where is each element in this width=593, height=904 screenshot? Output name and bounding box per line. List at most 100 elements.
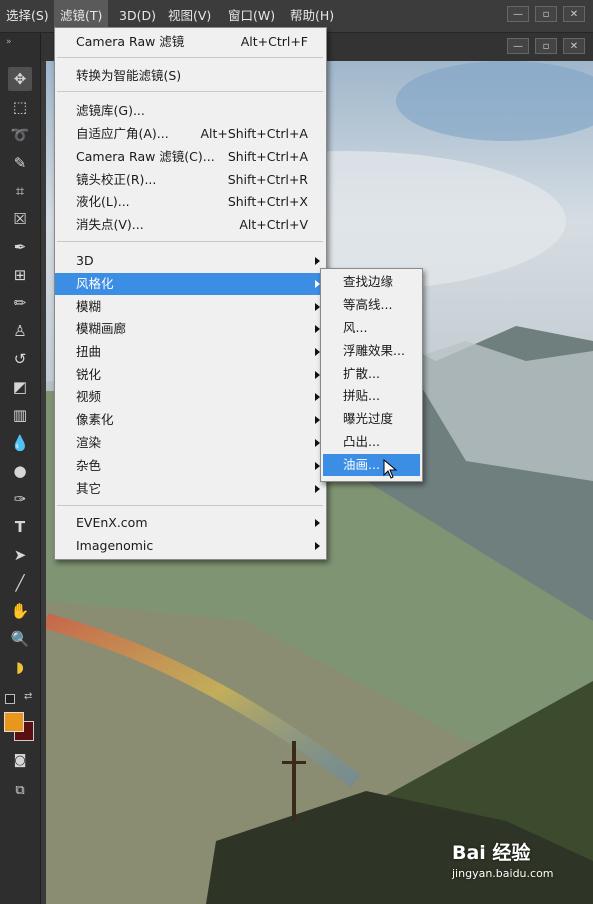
dodge-icon[interactable]: ●: [8, 459, 32, 483]
submenu-item-tiles[interactable]: 拼贴...: [323, 385, 420, 407]
banana-icon[interactable]: ◗: [8, 655, 32, 679]
eraser-icon[interactable]: ◩: [8, 375, 32, 399]
menu-item-3d[interactable]: 3D: [55, 250, 326, 272]
submenu-item-label: 油画...: [343, 457, 380, 472]
stylize-submenu: 查找边缘 等高线... 风... 浮雕效果... 扩散... 拼贴... 曝光过…: [320, 268, 423, 482]
menu-item-render[interactable]: 渲染: [55, 432, 326, 454]
menu-item-imagenomic[interactable]: Imagenomic: [55, 535, 326, 557]
pen-icon[interactable]: ✑: [8, 487, 32, 511]
menu-item-blur-gallery[interactable]: 模糊画廊: [55, 318, 326, 340]
menu-item-label: 液化(L)...: [76, 194, 130, 209]
submenu-item-diffuse[interactable]: 扩散...: [323, 363, 420, 385]
menu-item-blur[interactable]: 模糊: [55, 296, 326, 318]
eyedropper-icon[interactable]: ✒: [8, 235, 32, 259]
healing-icon[interactable]: ⊞: [8, 263, 32, 287]
menu-item-video[interactable]: 视频: [55, 386, 326, 408]
marquee-icon[interactable]: ⬚: [8, 95, 32, 119]
menu-item-shortcut: Alt+Ctrl+V: [239, 217, 308, 232]
menu-item-label: 锐化: [76, 367, 102, 382]
menu-item-sharpen[interactable]: 锐化: [55, 364, 326, 386]
menu-item-label: Imagenomic: [76, 538, 154, 553]
menu-separator: [57, 505, 323, 506]
menu-item-label: 滤镜库(G)...: [76, 103, 145, 118]
submenu-item-trace-contour[interactable]: 等高线...: [323, 294, 420, 316]
menu-item-vanishing-point[interactable]: 消失点(V)... Alt+Ctrl+V: [55, 214, 326, 236]
menu-item-label: 消失点(V)...: [76, 217, 144, 232]
menu-item-distort[interactable]: 扭曲: [55, 341, 326, 363]
menu-item-shortcut: Shift+Ctrl+X: [227, 194, 308, 209]
menu-item-label: EVEnX.com: [76, 515, 148, 530]
menu-item-label: 3D: [76, 253, 94, 268]
menu-item-label: 扭曲: [76, 344, 102, 359]
menu-item-camera-raw-filter[interactable]: Camera Raw 滤镜 Alt+Ctrl+F: [55, 31, 326, 53]
mouse-cursor-icon: [383, 459, 397, 479]
menu-select[interactable]: 选择(S): [0, 0, 55, 32]
submenu-item-solarize[interactable]: 曝光过度: [323, 408, 420, 430]
crop-icon[interactable]: ⌗: [8, 179, 32, 203]
restore-icon[interactable]: ▫: [535, 6, 557, 22]
doc-restore-icon[interactable]: ▫: [535, 38, 557, 54]
menu-item-lens-correction[interactable]: 镜头校正(R)... Shift+Ctrl+R: [55, 169, 326, 191]
submenu-item-label: 曝光过度: [343, 411, 394, 426]
submenu-item-extrude[interactable]: 凸出...: [323, 431, 420, 453]
menu-item-camera-raw-filter-c[interactable]: Camera Raw 滤镜(C)... Shift+Ctrl+A: [55, 146, 326, 168]
menu-item-label: 其它: [76, 481, 102, 496]
submenu-item-find-edges[interactable]: 查找边缘: [323, 271, 420, 293]
doc-minimize-icon[interactable]: —: [507, 38, 529, 54]
filter-menu: Camera Raw 滤镜 Alt+Ctrl+F 转换为智能滤镜(S) 滤镜库(G…: [54, 27, 327, 560]
frame-icon[interactable]: ☒: [8, 207, 32, 231]
submenu-item-emboss[interactable]: 浮雕效果...: [323, 340, 420, 362]
path-select-icon[interactable]: ➤: [8, 543, 32, 567]
menu-item-label: 像素化: [76, 412, 114, 427]
menu-item-noise[interactable]: 杂色: [55, 455, 326, 477]
submenu-item-label: 查找边缘: [343, 274, 394, 289]
screen-mode-icon[interactable]: ⧉: [8, 779, 32, 803]
submenu-item-label: 等高线...: [343, 297, 393, 312]
menu-item-convert-smart-filter[interactable]: 转换为智能滤镜(S): [55, 65, 326, 87]
zoom-icon[interactable]: 🔍: [8, 627, 32, 651]
menu-item-label: 镜头校正(R)...: [76, 172, 157, 187]
submenu-item-wind[interactable]: 风...: [323, 317, 420, 339]
swap-colors-icon[interactable]: ⇄: [24, 691, 32, 702]
quick-mask-icon[interactable]: ◙: [8, 749, 32, 773]
foreground-color-swatch[interactable]: [4, 712, 24, 732]
lasso-icon[interactable]: ➰: [8, 123, 32, 147]
menu-separator: [57, 57, 323, 58]
menu-item-label: 渲染: [76, 435, 102, 450]
menu-item-evenx[interactable]: EVEnX.com: [55, 512, 326, 534]
menu-item-other[interactable]: 其它: [55, 478, 326, 500]
menu-item-liquify[interactable]: 液化(L)... Shift+Ctrl+X: [55, 191, 326, 213]
menu-item-shortcut: Shift+Ctrl+R: [227, 172, 308, 187]
menu-item-shortcut: Alt+Ctrl+F: [240, 34, 308, 49]
brush-icon[interactable]: ✏: [8, 291, 32, 315]
type-icon[interactable]: T: [8, 515, 32, 539]
default-colors-icon[interactable]: [5, 694, 15, 704]
blur-icon[interactable]: 💧: [8, 431, 32, 455]
tools-panel: » ✥ ⬚ ➰ ✎ ⌗ ☒ ✒ ⊞ ✏ ♙ ↺ ◩ ▥ 💧 ● ✑ T ➤ ╱ …: [0, 33, 41, 904]
menu-item-shortcut: Shift+Ctrl+A: [227, 149, 308, 164]
close-icon[interactable]: ✕: [563, 6, 585, 22]
stamp-icon[interactable]: ♙: [8, 319, 32, 343]
doc-close-icon[interactable]: ✕: [563, 38, 585, 54]
hand-icon[interactable]: ✋: [8, 599, 32, 623]
quick-select-icon[interactable]: ✎: [8, 151, 32, 175]
submenu-arrow-icon: [315, 257, 320, 265]
menu-item-label: 模糊: [76, 299, 102, 314]
menu-item-adaptive-wide-angle[interactable]: 自适应广角(A)... Alt+Shift+Ctrl+A: [55, 123, 326, 145]
menu-item-label: Camera Raw 滤镜: [76, 34, 185, 49]
gradient-icon[interactable]: ▥: [8, 403, 32, 427]
menu-item-pixelate[interactable]: 像素化: [55, 409, 326, 431]
minimize-icon[interactable]: —: [507, 6, 529, 22]
menu-item-stylize[interactable]: 风格化: [55, 273, 326, 295]
collapse-icon[interactable]: »: [6, 37, 12, 47]
line-icon[interactable]: ╱: [8, 571, 32, 595]
submenu-arrow-icon: [315, 542, 320, 550]
watermark-url: jingyan.baidu.com: [452, 867, 554, 880]
submenu-item-oil-paint[interactable]: 油画...: [323, 454, 420, 476]
submenu-item-label: 风...: [343, 320, 368, 335]
submenu-arrow-icon: [315, 519, 320, 527]
menu-item-label: 视频: [76, 389, 102, 404]
menu-item-filter-gallery[interactable]: 滤镜库(G)...: [55, 100, 326, 122]
history-brush-icon[interactable]: ↺: [8, 347, 32, 371]
move-icon[interactable]: ✥: [8, 67, 32, 91]
